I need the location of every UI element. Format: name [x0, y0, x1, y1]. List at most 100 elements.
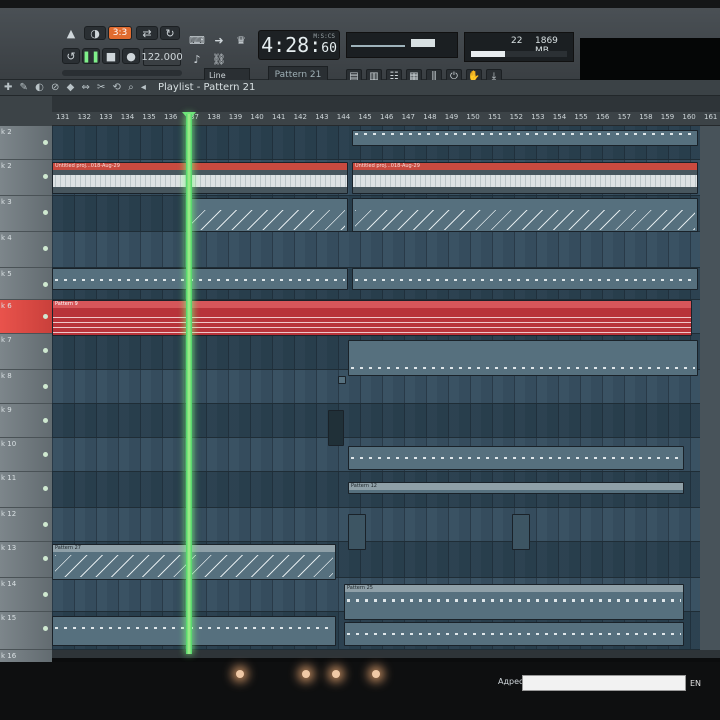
pattern-clip[interactable] — [348, 514, 366, 550]
track-mute-led[interactable] — [43, 626, 48, 631]
track-header[interactable]: k 8 — [0, 370, 52, 404]
audio-waveform — [53, 175, 347, 187]
pattern-clip[interactable] — [52, 268, 348, 290]
clip-title: Pattern 9 — [53, 301, 691, 308]
clip-notes — [189, 210, 345, 230]
ruler-tick: 157 — [617, 113, 631, 121]
clip-notes — [355, 210, 695, 230]
typing-keyboard-icon[interactable]: ⌨ — [188, 32, 206, 48]
address-input[interactable] — [522, 675, 686, 691]
vertical-scrollbar[interactable] — [700, 126, 720, 650]
pattern-clip[interactable] — [52, 616, 336, 646]
ruler-tick: 161 — [704, 113, 718, 121]
pattern-clip[interactable] — [352, 198, 698, 232]
track-mute-led[interactable] — [43, 522, 48, 527]
record-button[interactable]: ● — [122, 48, 140, 64]
lane — [52, 508, 720, 542]
track-mute-led[interactable] — [43, 556, 48, 561]
track-header[interactable]: k 2 — [0, 126, 52, 160]
clip-title: Pattern 25 — [345, 585, 683, 592]
track-mute-led[interactable] — [43, 246, 48, 251]
step-edit-icon[interactable]: ↻ — [160, 26, 180, 40]
pattern-clip[interactable] — [348, 340, 698, 376]
track-header[interactable]: k 2 — [0, 160, 52, 196]
track-mute-led[interactable] — [43, 282, 48, 287]
monitor-bezel — [0, 0, 720, 8]
track-header[interactable]: k 6 — [0, 300, 52, 334]
track-mute-led[interactable] — [43, 384, 48, 389]
track-header[interactable]: k 10 — [0, 438, 52, 472]
song-position-clock: 4:28: 60 M:S:CS — [258, 30, 340, 60]
stop-button[interactable]: ■ — [102, 48, 120, 64]
audio-clip[interactable]: Untitled proj...018-Aug-29 — [352, 162, 698, 194]
track-mute-led[interactable] — [43, 452, 48, 457]
track-header[interactable]: k 9 — [0, 404, 52, 438]
piano-icon[interactable]: ♪ — [188, 52, 206, 66]
ruler-tick: 153 — [531, 113, 545, 121]
hat-icon[interactable]: ♛ — [232, 32, 250, 48]
reflection-light — [302, 670, 310, 678]
pattern-clip[interactable] — [512, 514, 530, 550]
track-mute-led[interactable] — [43, 348, 48, 353]
pattern-clip[interactable] — [338, 376, 346, 384]
track-mute-led[interactable] — [43, 140, 48, 145]
track-header[interactable]: k 5 — [0, 268, 52, 300]
audio-clip-title: Untitled proj...018-Aug-29 — [53, 163, 347, 170]
playhead[interactable] — [186, 114, 192, 654]
link-icon[interactable]: ⛓ — [210, 52, 228, 66]
track-header[interactable]: k 3 — [0, 196, 52, 232]
pattern-clip[interactable] — [348, 446, 684, 470]
track-mute-led[interactable] — [43, 314, 48, 319]
ruler-tick: 158 — [639, 113, 653, 121]
cpu-value: 22 — [511, 36, 523, 46]
pattern-clip[interactable] — [352, 268, 698, 290]
playlist-tools[interactable]: ✚ ✎ ◐ ⊘ ◆ ⇔ ✂ ⟲ ⌕ ◂ — [4, 82, 148, 93]
pattern-clip[interactable] — [328, 410, 344, 446]
reflection-light — [372, 670, 380, 678]
track-header[interactable]: k 15 — [0, 612, 52, 650]
wait-icon[interactable]: ▲ — [62, 26, 80, 40]
metronome-icon[interactable]: ◑ — [84, 26, 106, 40]
track-mute-led[interactable] — [43, 418, 48, 423]
clip-title: Pattern 12 — [349, 483, 683, 490]
track-header[interactable]: k 12 — [0, 508, 52, 542]
track-label: k 2 — [1, 162, 12, 170]
language-indicator[interactable]: EN — [690, 679, 701, 688]
ruler-tick: 146 — [380, 113, 394, 121]
master-volume-slider[interactable] — [62, 70, 182, 76]
track-mute-led[interactable] — [43, 210, 48, 215]
loop-record-icon[interactable]: ⇄ — [136, 26, 158, 40]
pattern-12-clip[interactable]: Pattern 12 — [348, 482, 684, 494]
pat-song-toggle[interactable]: 3:3 — [108, 26, 132, 40]
ruler-tick: 134 — [120, 113, 135, 121]
track-header[interactable]: k 4 — [0, 232, 52, 268]
pause-button[interactable]: ❚❚ — [82, 48, 100, 64]
track-header[interactable]: k 14 — [0, 578, 52, 612]
track-mute-led[interactable] — [43, 486, 48, 491]
loop-icon[interactable]: ↺ — [62, 48, 80, 64]
track-header[interactable]: k 11 — [0, 472, 52, 508]
clip-notes — [55, 627, 333, 629]
pattern-27-clip[interactable]: Pattern 27 — [52, 544, 336, 580]
ruler-tick: 139 — [228, 113, 243, 121]
track-mute-led[interactable] — [43, 592, 48, 597]
pattern-25-clip[interactable]: Pattern 25 — [344, 584, 684, 620]
clock-fraction: 60 — [321, 40, 337, 56]
pattern-clip[interactable] — [344, 622, 684, 646]
hint-panel — [580, 38, 720, 86]
track-label: k 15 — [1, 614, 17, 622]
audio-clip[interactable]: Untitled proj...018-Aug-29 — [52, 162, 348, 194]
arrow-right-icon[interactable]: ➜ — [210, 32, 228, 48]
track-header[interactable]: k 13 — [0, 542, 52, 578]
playlist-grid[interactable]: Untitled proj...018-Aug-29 Untitled proj… — [52, 126, 720, 650]
track-mute-led[interactable] — [43, 174, 48, 179]
timeline-ruler[interactable]: 131 132 133 134 135 136 137 138 139 140 141 142 143 1… — [52, 112, 720, 126]
pattern-9-clip[interactable]: Pattern 9 — [52, 300, 692, 336]
ruler-tick: 155 — [574, 113, 588, 121]
clip-notes — [55, 279, 345, 281]
lane — [52, 404, 720, 438]
tempo-display[interactable]: 122.000 — [141, 48, 183, 66]
pattern-clip[interactable] — [186, 198, 348, 232]
track-header[interactable]: k 7 — [0, 334, 52, 370]
pattern-clip[interactable] — [352, 130, 698, 146]
